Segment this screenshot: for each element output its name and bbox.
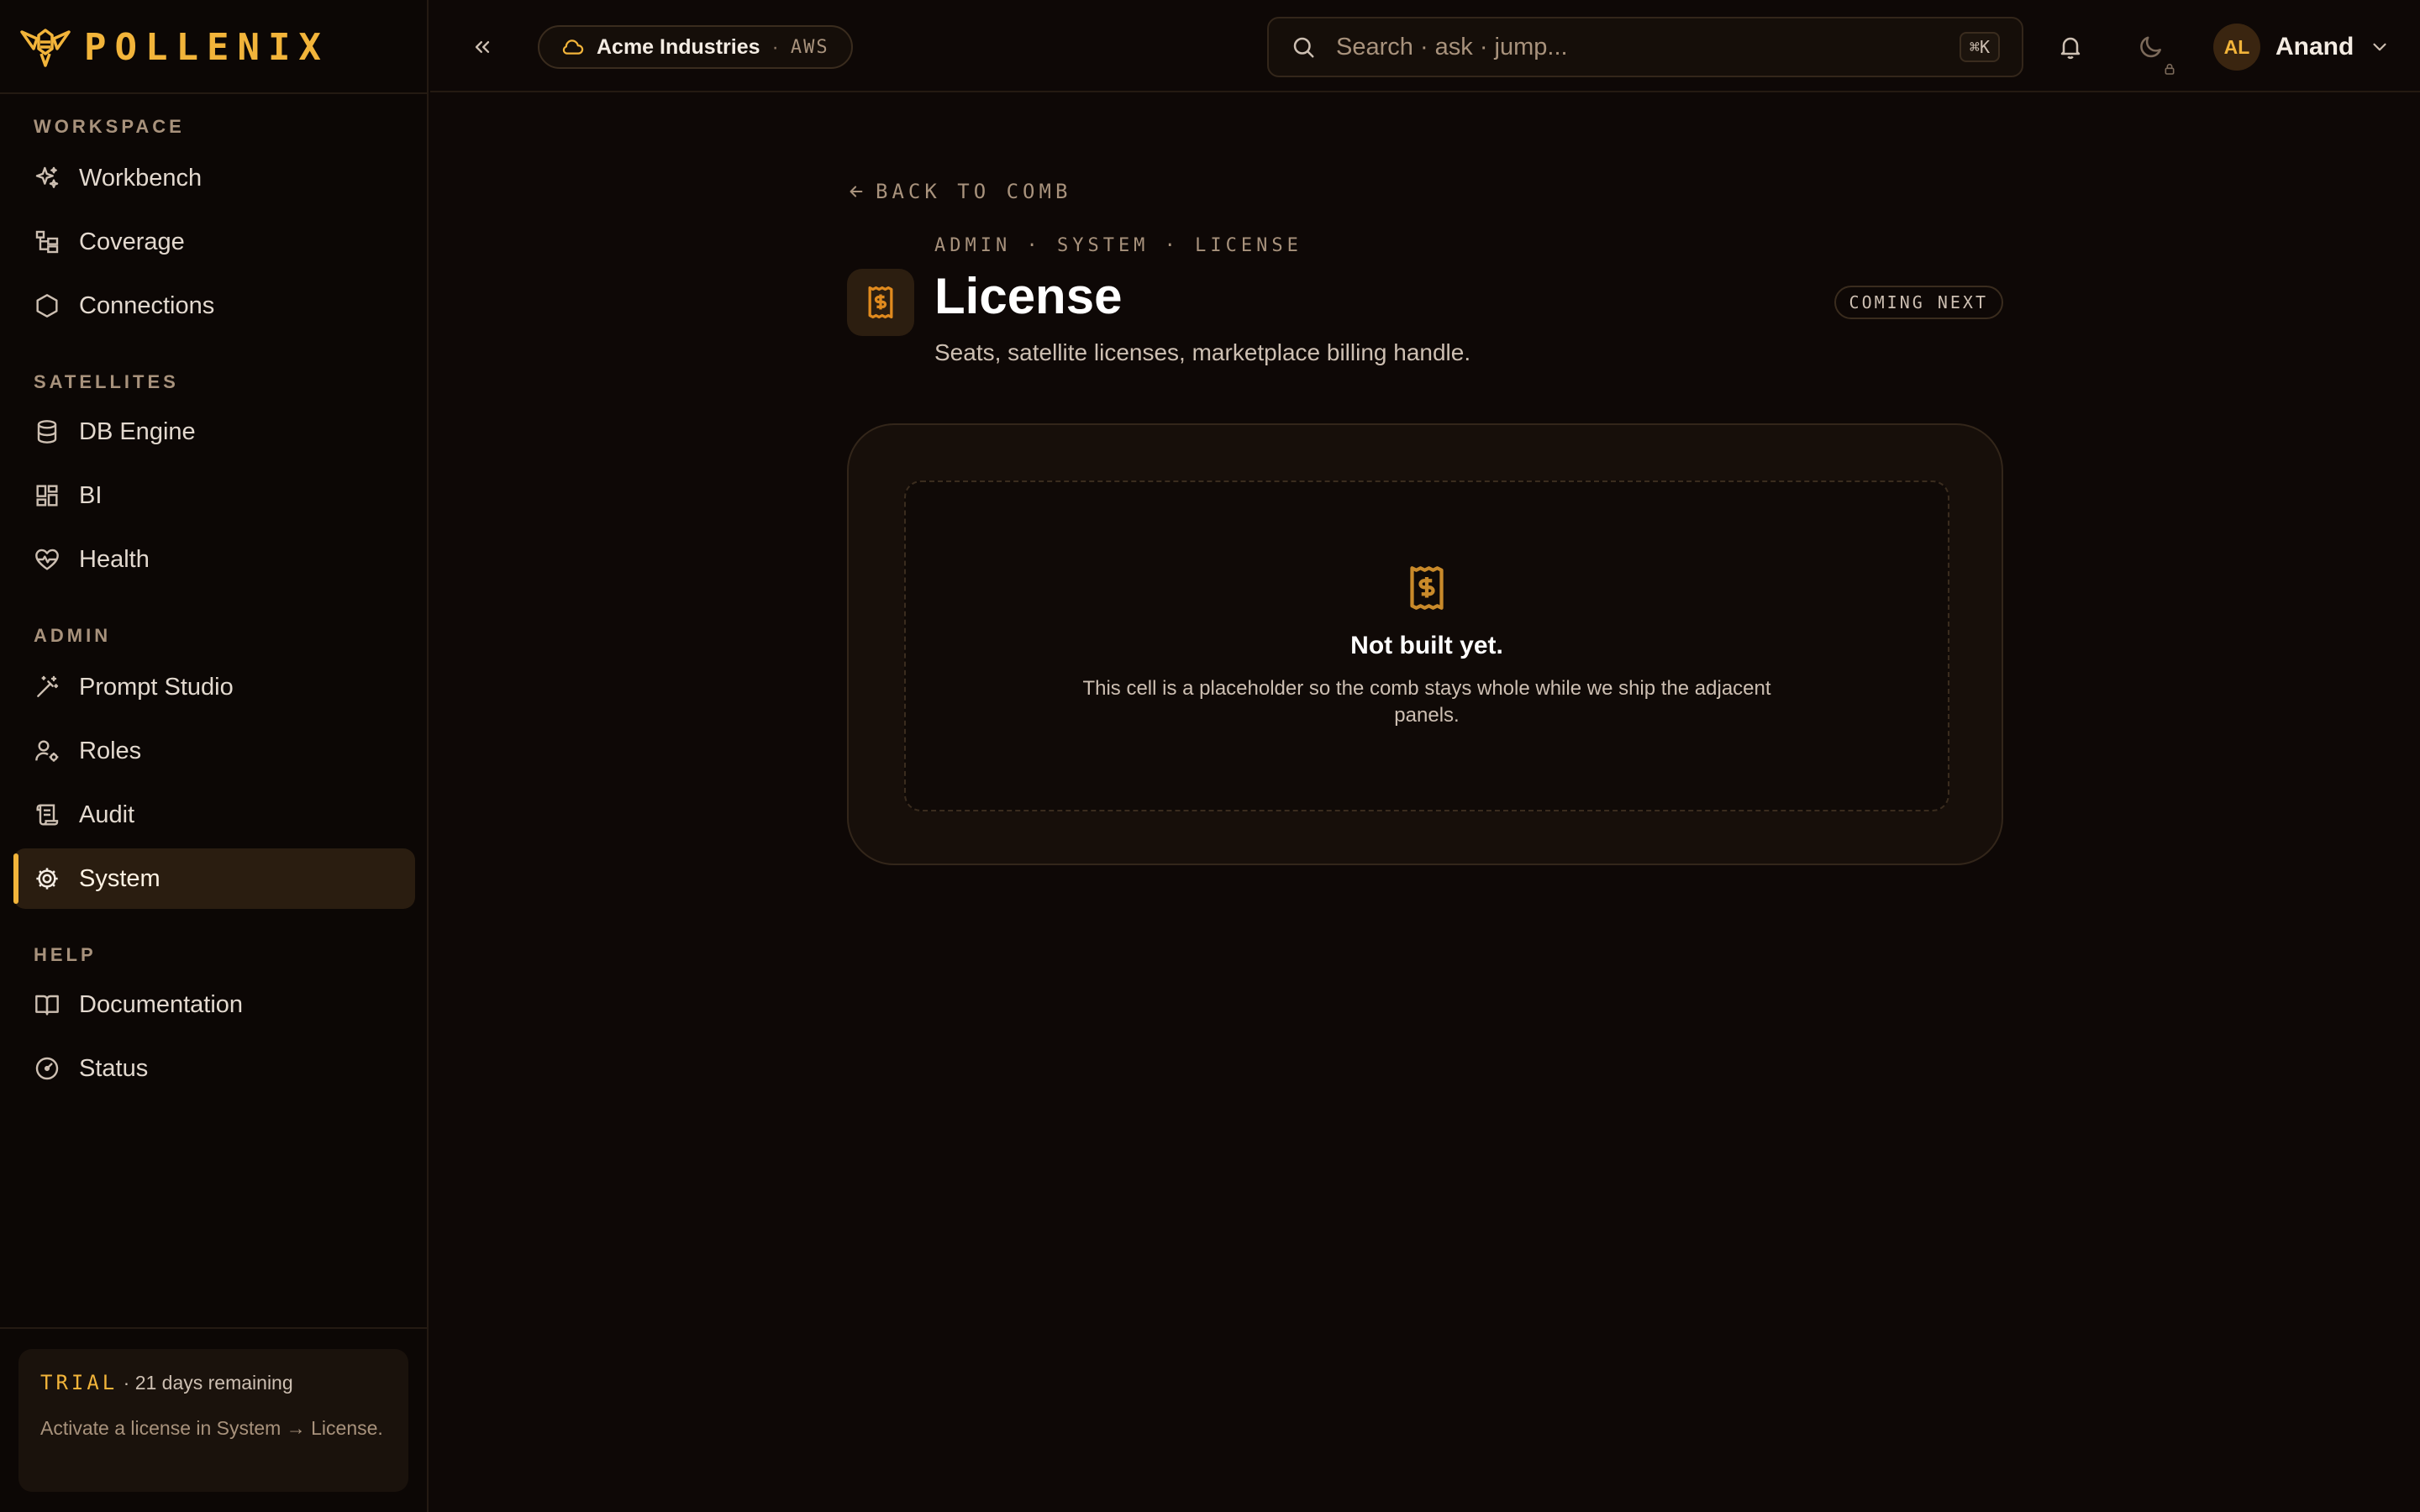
page-title: License xyxy=(934,268,1123,324)
sidebar-item-label: Prompt Studio xyxy=(79,673,234,701)
sidebar-item-label: Documentation xyxy=(79,990,244,1018)
database-icon xyxy=(37,420,57,444)
brand-name: POLLENIX xyxy=(84,25,329,69)
divider xyxy=(0,1327,429,1329)
sidebar-item-roles[interactable]: Roles xyxy=(13,721,415,781)
page-icon xyxy=(847,269,914,336)
placeholder-panel: Not built yet. This cell is a placeholde… xyxy=(904,480,1949,811)
search-shortcut: ⌘K xyxy=(1959,32,2000,62)
search-icon xyxy=(1293,37,1314,58)
tenant-separator: · xyxy=(771,34,779,59)
chevrons-left-icon xyxy=(475,41,490,53)
sidebar-item-label: Connections xyxy=(79,291,215,319)
breadcrumb: ADMIN · SYSTEM · LICENSE xyxy=(934,235,1302,256)
sidebar-item-bi[interactable]: BI xyxy=(13,465,415,526)
trial-tag: TRIAL xyxy=(40,1371,118,1394)
sidebar-item-coverage[interactable]: Coverage xyxy=(13,212,415,272)
hexagon-icon xyxy=(36,294,58,318)
sidebar-item-label: Workbench xyxy=(79,164,203,192)
sidebar-item-label: Health xyxy=(79,545,150,573)
placeholder-title: Not built yet. xyxy=(1350,632,1503,659)
collapse-sidebar-button[interactable] xyxy=(464,29,501,66)
back-label: BACK TO COMB xyxy=(876,180,1072,203)
section-help: HELP xyxy=(34,944,97,965)
sidebar-item-audit[interactable]: Audit xyxy=(13,785,415,845)
receipt-dollar-icon xyxy=(1410,566,1444,610)
scroll-icon xyxy=(36,804,59,826)
sidebar-item-label: DB Engine xyxy=(79,417,196,445)
sparkles-icon xyxy=(35,166,59,188)
license-card: Not built yet. This cell is a placeholde… xyxy=(847,423,2003,865)
sidebar-item-label: Coverage xyxy=(79,228,185,255)
section-satellites: SATELLITES xyxy=(34,371,179,392)
sidebar-item-workbench[interactable]: Workbench xyxy=(13,148,415,208)
sidebar-item-label: Roles xyxy=(79,737,142,764)
gauge-icon xyxy=(35,1057,59,1080)
search-input[interactable] xyxy=(1336,33,1939,61)
trial-banner[interactable]: TRIAL · 21 days remaining Activate a lic… xyxy=(18,1349,408,1492)
sidebar-item-label: Audit xyxy=(79,801,135,828)
lock-icon xyxy=(2165,63,2175,75)
sidebar-item-label: Status xyxy=(79,1054,149,1082)
global-search[interactable]: ⌘K xyxy=(1267,17,2023,77)
tenant-name: Acme Industries xyxy=(597,34,760,59)
dashboard-icon xyxy=(36,485,58,507)
receipt-dollar-icon xyxy=(868,286,893,319)
tree-icon xyxy=(35,230,59,254)
sidebar-item-prompt-studio[interactable]: Prompt Studio xyxy=(13,657,415,717)
logo[interactable]: POLLENIX xyxy=(18,22,329,72)
user-name: Anand xyxy=(2275,33,2354,60)
tenant-selector[interactable]: Acme Industries · AWS xyxy=(538,25,853,69)
user-cog-icon xyxy=(35,740,59,762)
sidebar-item-label: BI xyxy=(79,481,103,509)
wand-icon xyxy=(37,675,59,697)
section-workspace: WORKSPACE xyxy=(34,116,185,137)
sidebar-item-documentation[interactable]: Documentation xyxy=(13,974,415,1035)
avatar: AL xyxy=(2213,24,2260,71)
heart-pulse-icon xyxy=(35,549,59,570)
notifications-button[interactable] xyxy=(2052,29,2089,66)
trial-remaining: · 21 days remaining xyxy=(123,1372,293,1394)
sidebar-item-connections[interactable]: Connections xyxy=(13,276,415,336)
theme-toggle-button[interactable] xyxy=(2133,29,2175,75)
divider xyxy=(0,92,429,94)
bell-icon xyxy=(2060,37,2081,60)
trial-message: Activate a license in System → License. xyxy=(40,1417,383,1439)
arrow-left-icon xyxy=(850,186,863,197)
topbar: Acme Industries · AWS ⌘K AL Anand xyxy=(430,0,2420,92)
sidebar-item-system[interactable]: System xyxy=(13,848,415,909)
page-subtitle: Seats, satellite licenses, marketplace b… xyxy=(934,339,1471,365)
gear-icon xyxy=(36,868,58,890)
sidebar-item-status[interactable]: Status xyxy=(13,1038,415,1099)
tenant-cloud: AWS xyxy=(790,36,829,58)
back-link[interactable]: BACK TO COMB xyxy=(847,180,1071,203)
section-admin: ADMIN xyxy=(34,625,112,646)
bee-logo-icon xyxy=(20,29,71,67)
sidebar: POLLENIX WORKSPACE Workbench Coverage Co… xyxy=(0,0,429,1512)
sidebar-item-health[interactable]: Health xyxy=(13,529,415,590)
chevron-down-icon xyxy=(2373,43,2386,51)
cloud-icon xyxy=(562,39,584,55)
book-icon xyxy=(35,995,59,1016)
trial-status: TRIAL · 21 days remaining xyxy=(40,1371,387,1394)
moon-icon xyxy=(2140,36,2161,58)
placeholder-text: This cell is a placeholder so the comb s… xyxy=(1082,677,1771,727)
user-menu[interactable]: AL Anand xyxy=(2213,24,2391,71)
sidebar-item-db-engine[interactable]: DB Engine xyxy=(13,402,415,462)
status-badge: COMING NEXT xyxy=(1833,286,2003,319)
sidebar-item-label: System xyxy=(79,864,160,892)
